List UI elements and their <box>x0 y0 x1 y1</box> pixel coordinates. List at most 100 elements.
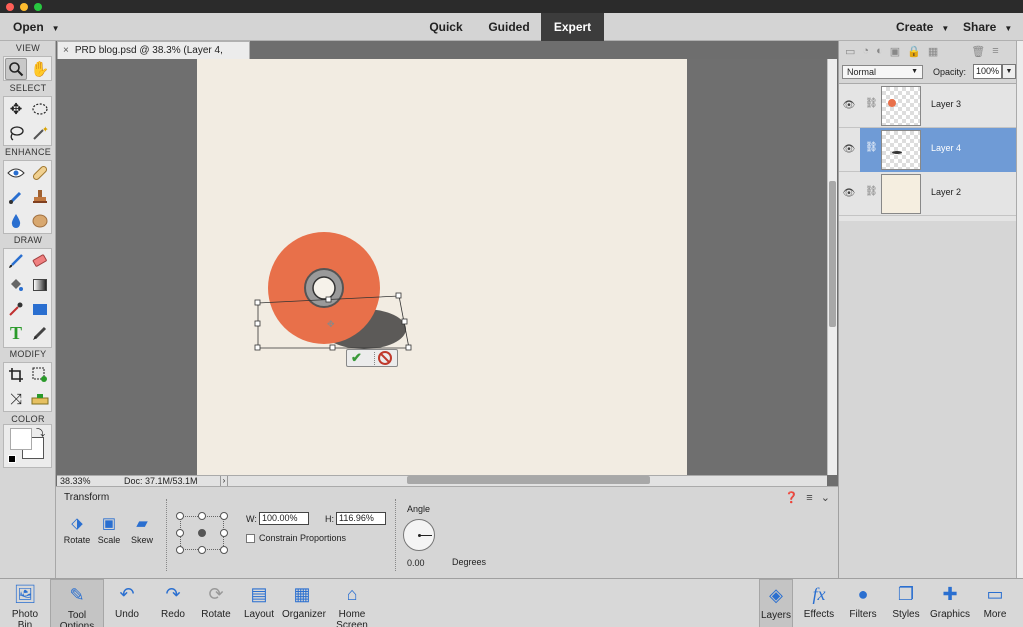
home-screen-button[interactable]: ⌂ Home Screen <box>324 579 380 627</box>
tab-guided[interactable]: Guided <box>478 13 540 41</box>
link-icon[interactable]: ⛓ <box>865 186 878 197</box>
lock-transparent-icon[interactable]: ▦ <box>928 45 938 58</box>
bucket-icon[interactable] <box>5 274 27 296</box>
new-layer-icon[interactable]: ▭ <box>845 45 855 58</box>
drop-icon[interactable] <box>5 210 27 232</box>
skew-transform-button[interactable]: ▰ Skew <box>125 513 159 545</box>
panel-menu-icon[interactable]: ≡ <box>992 45 998 57</box>
scale-transform-button[interactable]: ▣ Scale <box>92 513 126 545</box>
foreground-color-swatch[interactable] <box>10 428 32 450</box>
ref-point[interactable] <box>176 512 184 520</box>
ref-point[interactable] <box>220 512 228 520</box>
status-menu-arrow-icon[interactable]: › <box>220 476 228 486</box>
ellipse-marquee-icon[interactable] <box>29 98 51 120</box>
new-group-icon[interactable]: ◔ <box>862 45 869 57</box>
share-menu[interactable]: Share ▼ <box>963 13 1012 41</box>
zoom-level[interactable]: 38.33% <box>60 476 91 486</box>
layer-row[interactable]: 👁 ⛓ Layer 2 <box>839 172 1017 216</box>
styles-button[interactable]: ❐ Styles <box>889 579 923 627</box>
organizer-button[interactable]: ▦ Organizer <box>282 579 326 627</box>
eraser-icon[interactable] <box>29 250 51 272</box>
ref-point[interactable] <box>176 529 184 537</box>
minimize-window-icon[interactable] <box>20 3 28 11</box>
close-document-icon[interactable]: × <box>63 45 69 56</box>
vertical-scroll-thumb[interactable] <box>829 181 836 327</box>
blend-mode-select[interactable]: Normal ▼ <box>842 65 923 79</box>
filters-button[interactable]: ● Filters <box>846 579 880 627</box>
opacity-field[interactable]: 100% <box>973 64 1002 79</box>
ref-point[interactable] <box>198 512 206 520</box>
ref-point[interactable] <box>220 529 228 537</box>
zoom-window-icon[interactable] <box>34 3 42 11</box>
commit-transform-icon[interactable]: ✔ <box>351 350 362 366</box>
move-icon[interactable]: ✥ <box>5 98 27 120</box>
close-window-icon[interactable] <box>6 3 14 11</box>
more-button[interactable]: ▭ More <box>978 579 1012 627</box>
cancel-transform-icon[interactable] <box>378 351 392 365</box>
layer-mask-icon[interactable]: ▣ <box>890 45 900 58</box>
adjustment-layer-icon[interactable]: ◐ <box>876 45 883 57</box>
photo-bin-button[interactable]: 🖼 Photo Bin <box>4 579 46 627</box>
stamp-icon[interactable] <box>29 186 51 208</box>
link-icon[interactable]: ⛓ <box>865 98 878 109</box>
default-colors-icon[interactable] <box>8 455 16 463</box>
eye-icon[interactable] <box>5 162 27 184</box>
magnifier-icon[interactable] <box>5 58 27 80</box>
layer-row[interactable]: 👁 ⛓ Layer 3 <box>839 84 1017 128</box>
hand-icon[interactable]: ✋ <box>29 58 51 80</box>
rotate-button[interactable]: ⟳ Rotate <box>199 579 233 627</box>
reference-point-grid[interactable] <box>176 512 228 554</box>
delete-layer-icon[interactable]: 🗑 <box>971 45 985 58</box>
collapse-chevron-icon[interactable]: ⌄ <box>821 492 830 504</box>
ref-point[interactable] <box>220 546 228 554</box>
tab-expert[interactable]: Expert <box>541 13 604 41</box>
help-icon[interactable]: ❓ <box>785 492 799 504</box>
horizontal-scroll-thumb[interactable] <box>407 476 650 484</box>
ref-point[interactable] <box>198 546 206 554</box>
ref-point-center[interactable] <box>198 529 206 537</box>
angle-dial[interactable] <box>403 519 435 551</box>
tool-options-button[interactable]: ✎ Tool Options <box>50 579 104 627</box>
opacity-dropdown-icon[interactable]: ▼ <box>1002 64 1016 79</box>
open-menu[interactable]: Open ▼ <box>13 13 60 41</box>
swap-colors-icon[interactable]: ⤵ <box>36 426 45 439</box>
lock-all-icon[interactable]: 🔒 <box>907 45 921 58</box>
crop-icon[interactable] <box>5 364 27 386</box>
layout-button[interactable]: ▤ Layout <box>243 579 275 627</box>
height-field[interactable]: 116.96% <box>336 512 386 525</box>
link-icon[interactable]: ⛓ <box>865 142 878 153</box>
redo-button[interactable]: ↷ Redo <box>156 579 190 627</box>
canvas-area[interactable]: ✥ ✔ <box>57 59 827 475</box>
straighten-icon[interactable] <box>29 388 51 410</box>
layer-row-selected[interactable]: 👁 ⛓ Layer 4 <box>839 128 1017 172</box>
rectangle-icon[interactable] <box>29 298 51 320</box>
eye-visibility-icon[interactable]: 👁 <box>839 172 859 216</box>
width-field[interactable]: 100.00% <box>259 512 309 525</box>
lasso-icon[interactable] <box>5 122 27 144</box>
constrain-proportions-checkbox[interactable] <box>246 534 255 543</box>
eye-visibility-icon[interactable]: 👁 <box>839 128 859 172</box>
graphics-button[interactable]: ✚ Graphics <box>929 579 971 627</box>
angle-value[interactable]: 0.00 <box>407 558 425 568</box>
brush-icon[interactable] <box>5 186 27 208</box>
eyedropper-icon[interactable] <box>5 298 27 320</box>
bandage-icon[interactable] <box>29 162 51 184</box>
panel-menu-icon[interactable]: ≡ <box>806 492 812 504</box>
rotate-transform-button[interactable]: ⬗ Rotate <box>60 513 94 545</box>
tab-quick[interactable]: Quick <box>416 13 476 41</box>
move-arrows-icon[interactable]: ⤨ <box>5 388 27 410</box>
undo-button[interactable]: ↶ Undo <box>110 579 144 627</box>
gradient-icon[interactable] <box>29 274 51 296</box>
eye-visibility-icon[interactable]: 👁 <box>839 84 859 128</box>
pencil-icon[interactable] <box>29 322 51 344</box>
layers-button[interactable]: ◈ Layers <box>759 579 793 627</box>
magic-wand-icon[interactable]: ✦ <box>29 122 51 144</box>
document-tab[interactable]: ×PRD blog.psd @ 38.3% (Layer 4, RGB/8) * <box>57 41 250 73</box>
sponge-icon[interactable] <box>29 210 51 232</box>
recompose-icon[interactable] <box>29 364 51 386</box>
paintbrush-icon[interactable] <box>5 250 27 272</box>
vertical-scrollbar[interactable] <box>827 59 837 475</box>
ref-point[interactable] <box>176 546 184 554</box>
create-menu[interactable]: Create ▼ <box>896 13 949 41</box>
type-icon[interactable]: T <box>5 322 27 344</box>
